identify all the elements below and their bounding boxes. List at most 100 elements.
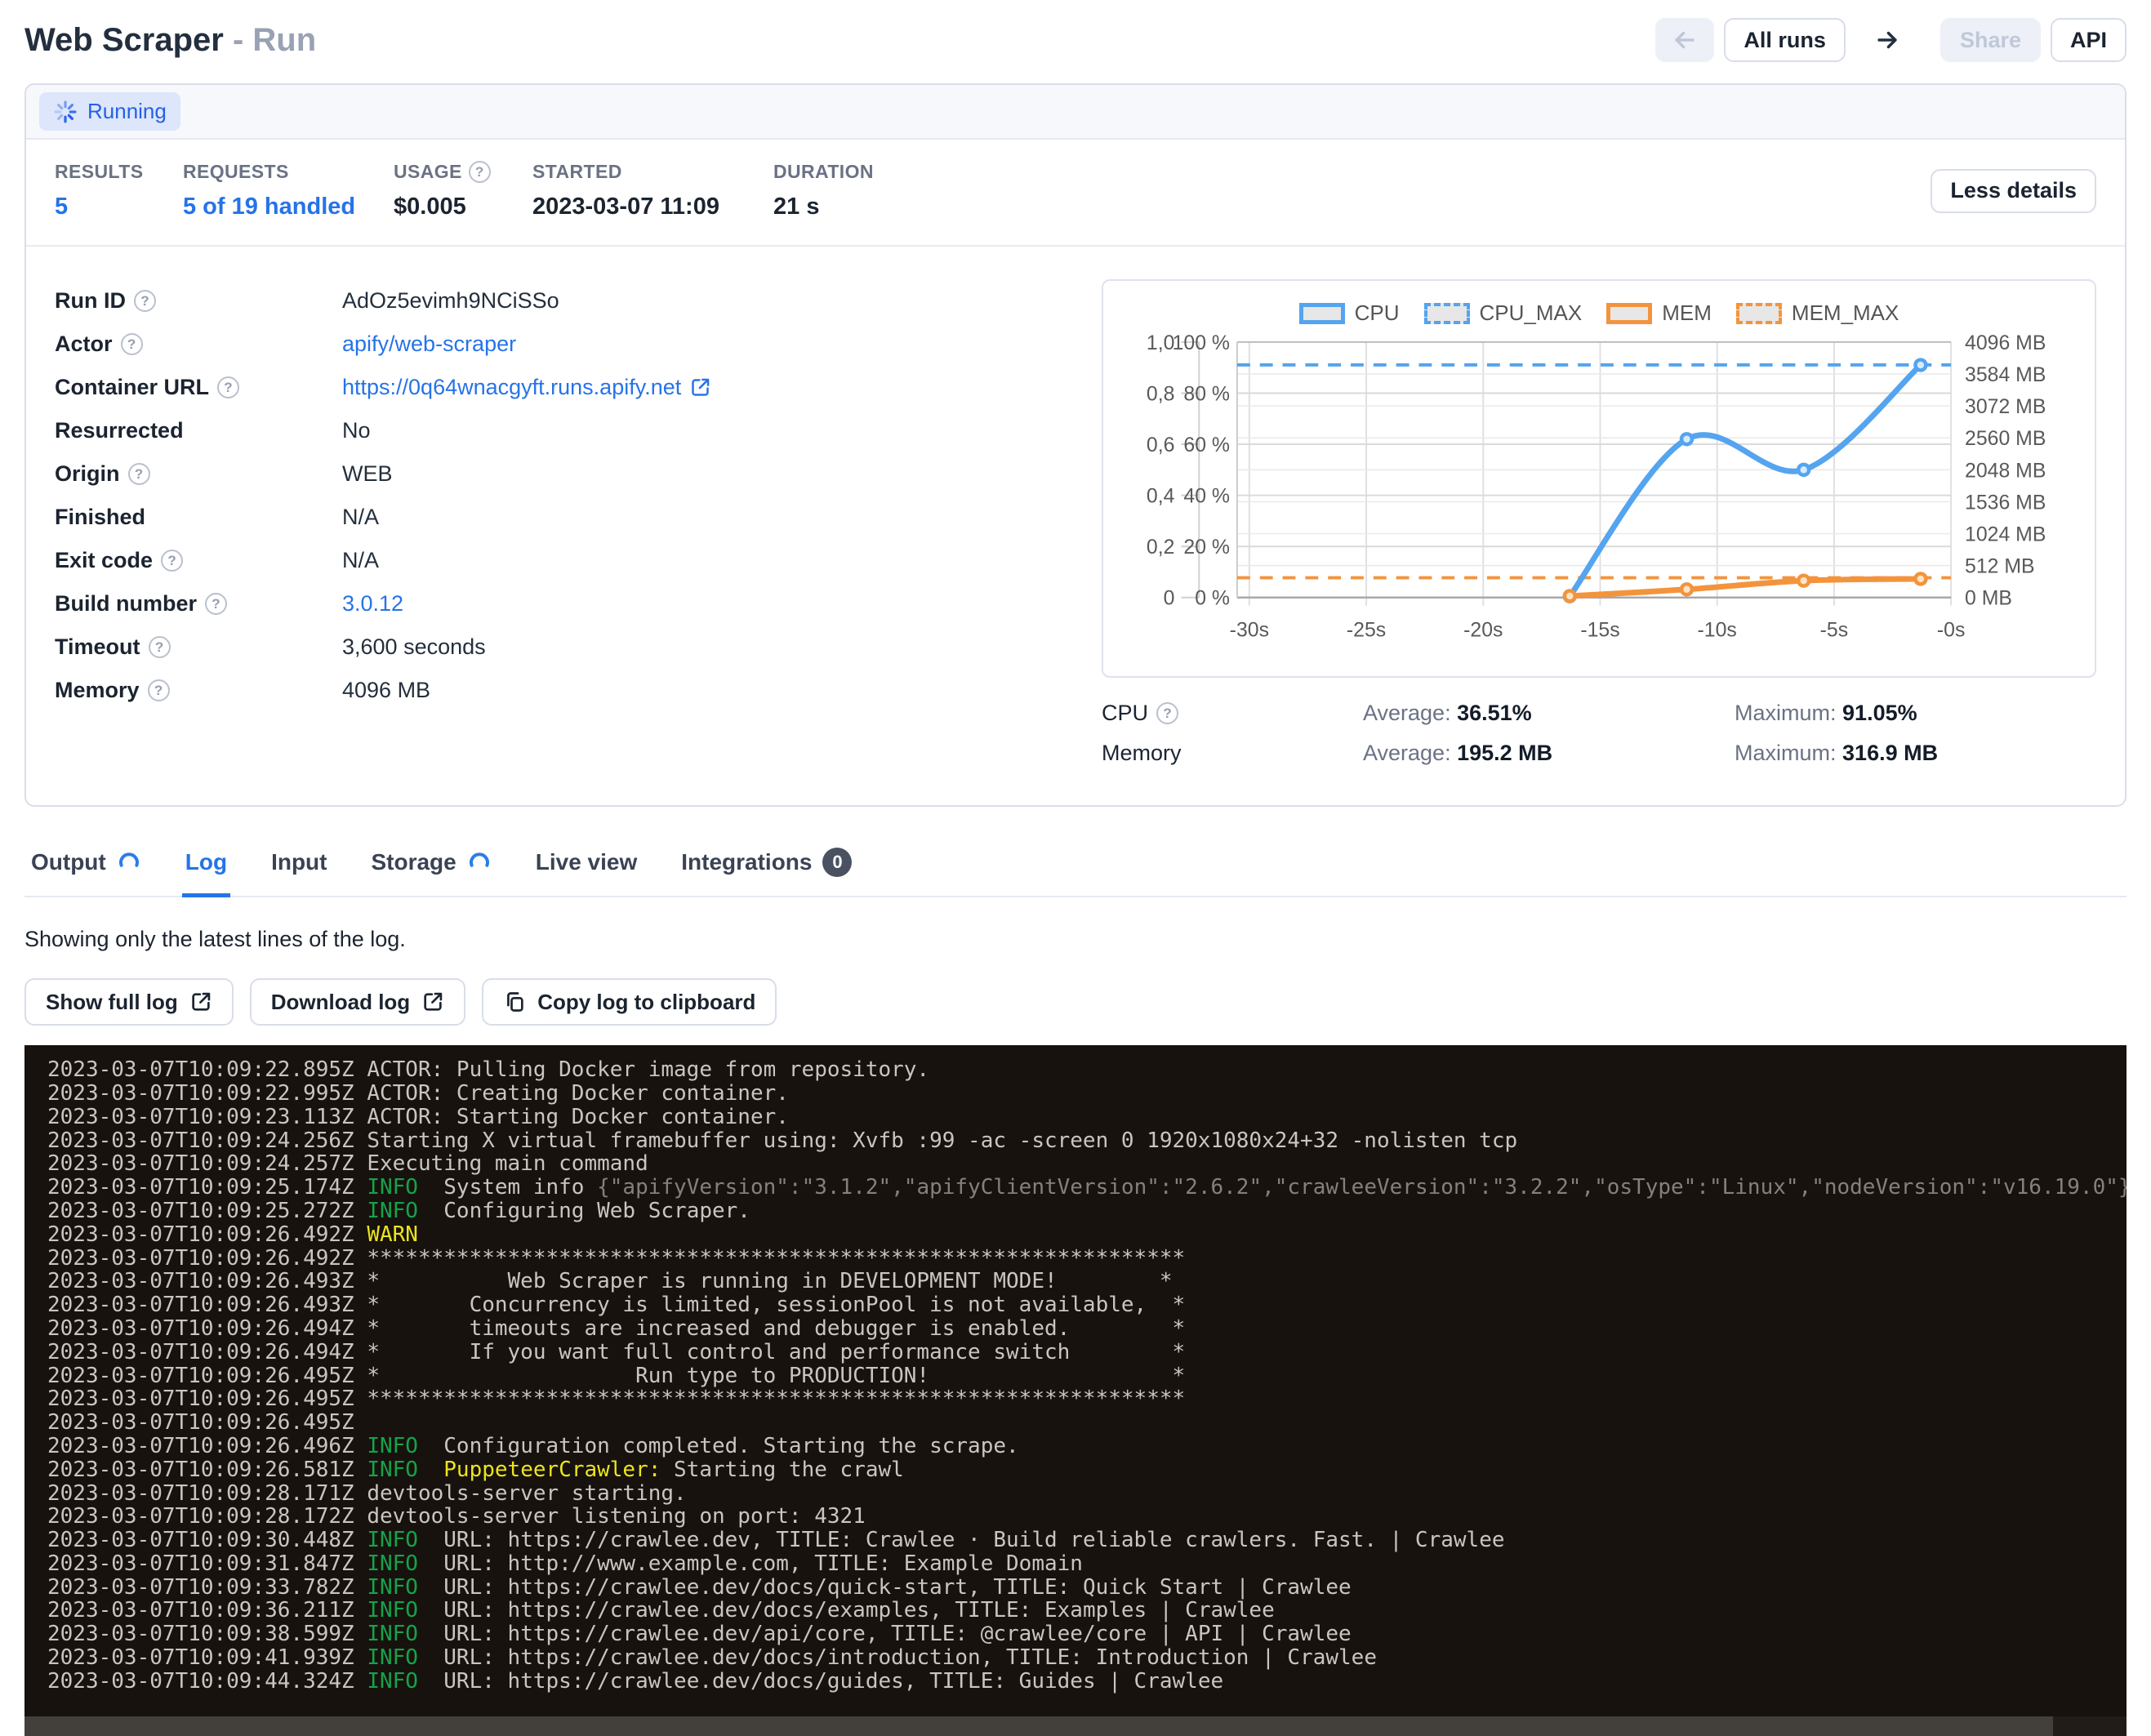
stat-usage-label: USAGE? bbox=[394, 161, 532, 183]
detail-value-actor: apify/web-scraper bbox=[342, 332, 516, 357]
legend-item-cpu: CPU bbox=[1299, 300, 1400, 326]
detail-label: Container URL? bbox=[55, 375, 342, 400]
header-controls: All runs Share API bbox=[1655, 18, 2127, 62]
legend-label: MEM bbox=[1662, 300, 1712, 326]
scrollbar-thumb[interactable] bbox=[24, 1716, 2053, 1736]
detail-label-text: Timeout bbox=[55, 634, 140, 660]
loading-arc-icon bbox=[467, 850, 492, 875]
svg-text:0,2: 0,2 bbox=[1147, 536, 1175, 559]
log-line: 2023-03-07T10:09:26.495Z ***************… bbox=[47, 1387, 2127, 1411]
next-run-button[interactable] bbox=[1867, 18, 1908, 62]
help-icon[interactable]: ? bbox=[134, 290, 156, 312]
help-icon[interactable]: ? bbox=[217, 376, 239, 398]
legend-label: CPU_MAX bbox=[1480, 300, 1583, 326]
detail-value-finished: N/A bbox=[342, 505, 379, 530]
stat-usage-value: $0.005 bbox=[394, 194, 532, 220]
svg-text:80 %: 80 % bbox=[1183, 383, 1230, 405]
svg-text:3072 MB: 3072 MB bbox=[1965, 396, 2046, 418]
tab-input[interactable]: Input bbox=[268, 841, 330, 897]
detail-row-container-url: Container URL?https://0q64wnacgyft.runs.… bbox=[55, 366, 1102, 409]
details-section: Run ID?AdOz5evimh9NCiSSoActor?apify/web-… bbox=[26, 247, 2125, 805]
detail-value-text: 3,600 seconds bbox=[342, 634, 486, 660]
detail-label: Resurrected bbox=[55, 418, 342, 443]
help-icon[interactable]: ? bbox=[1156, 702, 1178, 724]
legend-swatch bbox=[1424, 303, 1470, 324]
tab-live-view[interactable]: Live view bbox=[532, 841, 641, 897]
detail-row-actor: Actor?apify/web-scraper bbox=[55, 323, 1102, 366]
api-button[interactable]: API bbox=[2051, 18, 2127, 62]
svg-text:-25s: -25s bbox=[1347, 619, 1386, 641]
previous-run-button[interactable] bbox=[1655, 18, 1714, 62]
svg-text:4096 MB: 4096 MB bbox=[1965, 332, 2046, 354]
detail-value-container-url: https://0q64wnacgyft.runs.apify.net bbox=[342, 375, 711, 400]
help-icon[interactable]: ? bbox=[469, 161, 491, 183]
log-line: 2023-03-07T10:09:28.171Z devtools-server… bbox=[47, 1482, 2127, 1506]
help-icon[interactable]: ? bbox=[149, 636, 171, 658]
help-icon[interactable]: ? bbox=[128, 463, 150, 485]
help-icon[interactable]: ? bbox=[161, 550, 183, 572]
show-full-log-button[interactable]: Show full log bbox=[24, 978, 234, 1026]
legend-swatch bbox=[1606, 303, 1652, 324]
detail-label: Build number? bbox=[55, 591, 342, 617]
memory-maximum: Maximum: 316.9 MB bbox=[1735, 741, 2096, 766]
less-details-button[interactable]: Less details bbox=[1931, 169, 2096, 213]
detail-value-run-id: AdOz5evimh9NCiSSo bbox=[342, 288, 559, 314]
log-actions: Show full log Download log Copy log to c… bbox=[24, 978, 2127, 1026]
detail-label: Memory? bbox=[55, 678, 342, 703]
help-icon[interactable]: ? bbox=[205, 593, 227, 615]
svg-text:-20s: -20s bbox=[1463, 619, 1503, 641]
copy-log-button[interactable]: Copy log to clipboard bbox=[482, 978, 777, 1026]
svg-text:0: 0 bbox=[1164, 588, 1175, 610]
detail-value-text[interactable]: https://0q64wnacgyft.runs.apify.net bbox=[342, 375, 681, 400]
svg-text:20 %: 20 % bbox=[1183, 536, 1230, 559]
actor-name: Web Scraper bbox=[24, 22, 224, 58]
svg-text:0 %: 0 % bbox=[1195, 588, 1230, 610]
detail-value-text[interactable]: apify/web-scraper bbox=[342, 332, 516, 357]
help-icon[interactable]: ? bbox=[148, 679, 170, 701]
detail-label-text: Finished bbox=[55, 505, 145, 530]
horizontal-scrollbar[interactable] bbox=[24, 1716, 2127, 1736]
svg-text:-15s: -15s bbox=[1580, 619, 1619, 641]
tab-output[interactable]: Output bbox=[28, 841, 145, 897]
legend-item-cpu-max: CPU_MAX bbox=[1424, 300, 1583, 326]
svg-text:0,6: 0,6 bbox=[1147, 434, 1175, 456]
detail-value-text: N/A bbox=[342, 548, 379, 573]
all-runs-button[interactable]: All runs bbox=[1724, 18, 1846, 62]
svg-text:100 %: 100 % bbox=[1173, 332, 1230, 354]
svg-text:0,8: 0,8 bbox=[1147, 383, 1175, 405]
log-line: 2023-03-07T10:09:24.257Z Executing main … bbox=[47, 1152, 2127, 1176]
detail-row-origin: Origin?WEB bbox=[55, 452, 1102, 496]
tab-label: Output bbox=[31, 849, 106, 875]
svg-text:2560 MB: 2560 MB bbox=[1965, 428, 2046, 450]
memory-summary-row: Memory Average: 195.2 MB Maximum: 316.9 … bbox=[1102, 741, 2096, 766]
detail-value-memory: 4096 MB bbox=[342, 678, 430, 703]
page-title: Web Scraper - Run bbox=[24, 22, 316, 59]
legend-label: MEM_MAX bbox=[1792, 300, 1899, 326]
tab-label: Input bbox=[271, 849, 327, 875]
log-line: 2023-03-07T10:09:26.493Z * Web Scraper i… bbox=[47, 1270, 2127, 1293]
stat-requests-value[interactable]: 5 of 19 handled bbox=[183, 194, 394, 220]
log-line: 2023-03-07T10:09:26.495Z bbox=[47, 1411, 2127, 1435]
copy-icon bbox=[503, 990, 526, 1013]
external-link-icon bbox=[189, 990, 212, 1013]
share-button[interactable]: Share bbox=[1940, 18, 2041, 62]
detail-value-text: No bbox=[342, 418, 371, 443]
log-line: 2023-03-07T10:09:22.995Z ACTOR: Creating… bbox=[47, 1082, 2127, 1106]
log-line: 2023-03-07T10:09:26.494Z * If you want f… bbox=[47, 1341, 2127, 1364]
tab-integrations[interactable]: Integrations0 bbox=[678, 841, 855, 897]
detail-value-exit-code: N/A bbox=[342, 548, 379, 573]
help-icon[interactable]: ? bbox=[121, 333, 143, 355]
detail-label-text: Exit code bbox=[55, 548, 153, 573]
tab-log[interactable]: Log bbox=[182, 841, 230, 897]
download-log-button[interactable]: Download log bbox=[250, 978, 465, 1026]
stat-results-value[interactable]: 5 bbox=[55, 194, 183, 220]
log-line: 2023-03-07T10:09:26.493Z * Concurrency i… bbox=[47, 1293, 2127, 1317]
tab-badge: 0 bbox=[822, 848, 852, 877]
log-output[interactable]: 2023-03-07T10:09:22.895Z ACTOR: Pulling … bbox=[24, 1045, 2127, 1736]
tab-storage[interactable]: Storage bbox=[367, 841, 494, 897]
detail-row-timeout: Timeout? 3,600 seconds bbox=[55, 625, 1102, 669]
stat-requests-label: REQUESTS bbox=[183, 161, 394, 183]
svg-text:1,0: 1,0 bbox=[1147, 332, 1175, 354]
detail-value-text[interactable]: 3.0.12 bbox=[342, 591, 403, 617]
detail-label: Origin? bbox=[55, 461, 342, 487]
